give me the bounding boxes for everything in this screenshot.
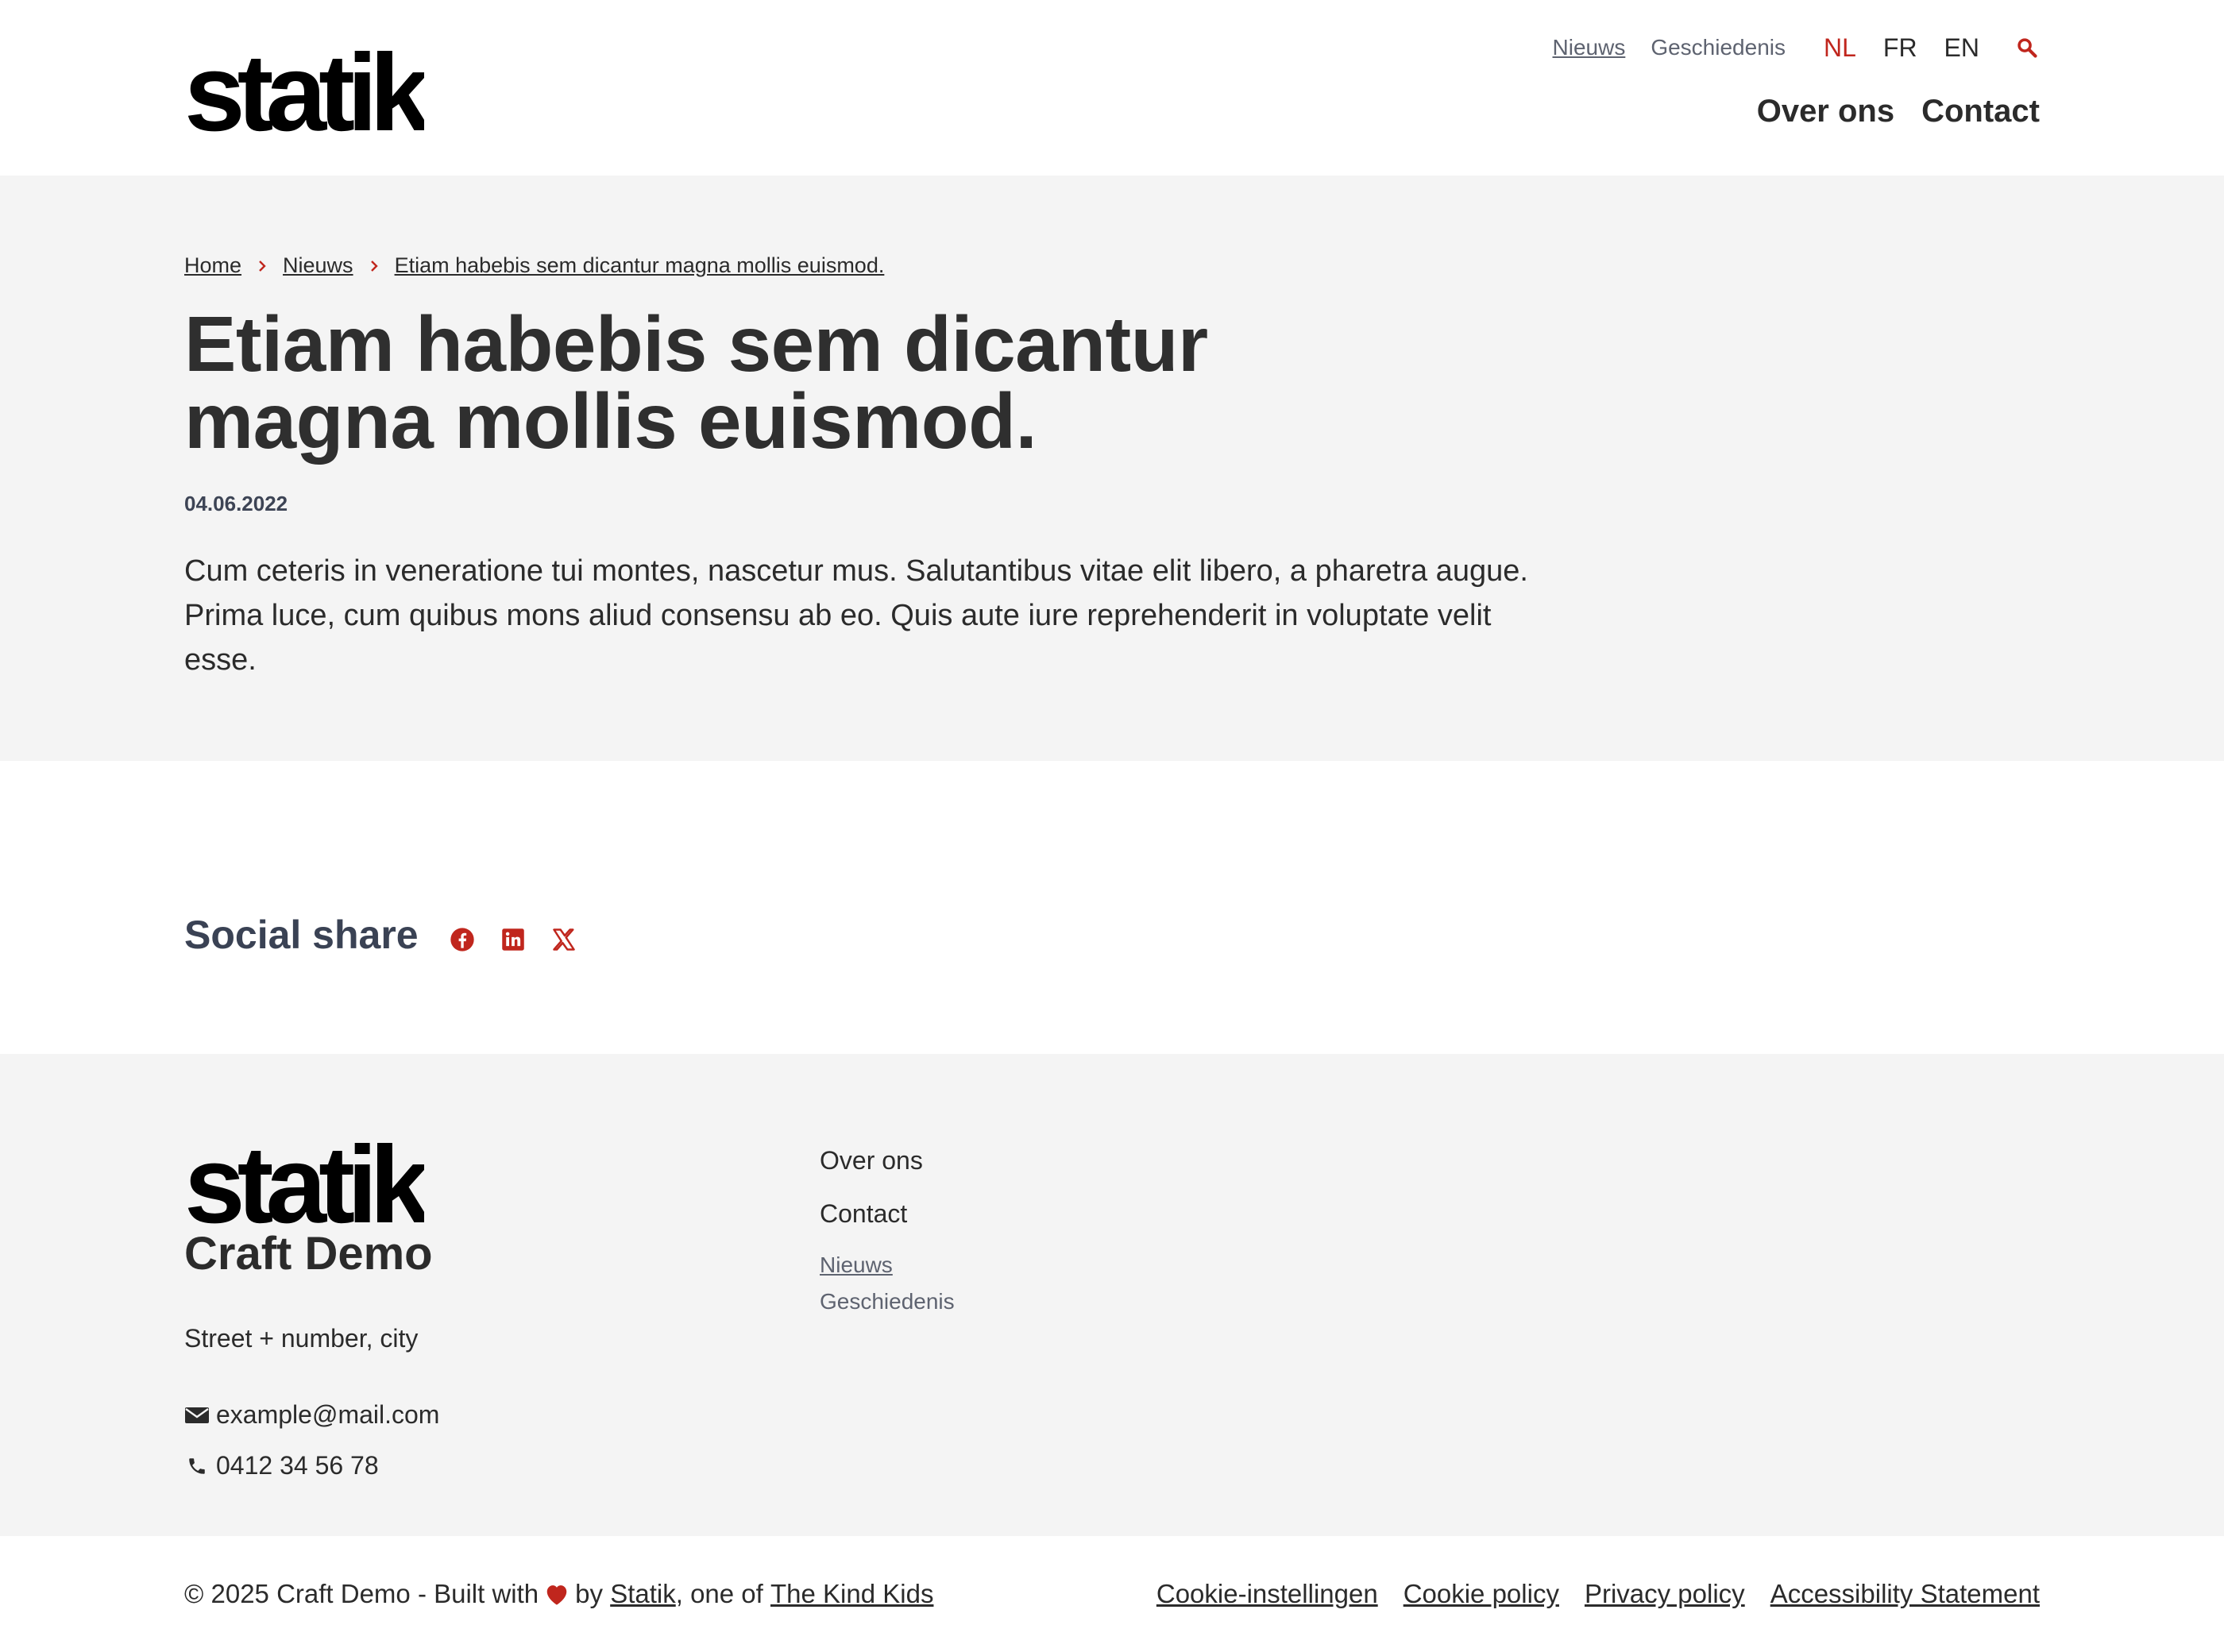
- statik-logo-icon: statik: [184, 1124, 438, 1246]
- statik-link[interactable]: Statik: [610, 1579, 676, 1609]
- svg-text:statik: statik: [184, 41, 424, 138]
- article-intro: Cum ceteris in veneratione tui montes, n…: [184, 554, 1528, 677]
- linkedin-icon[interactable]: [500, 926, 527, 953]
- heart-icon: [543, 1582, 570, 1606]
- cookie-settings-link[interactable]: Cookie-instellingen: [1156, 1579, 1378, 1609]
- accessibility-statement-link[interactable]: Accessibility Statement: [1770, 1579, 2040, 1609]
- footer-nav-nieuws[interactable]: Nieuws: [820, 1253, 955, 1278]
- copyright-prefix: © 2025 Craft Demo - Built with: [184, 1579, 539, 1608]
- social-share: Social share: [184, 912, 601, 958]
- footer-logo[interactable]: statik: [184, 1124, 438, 1246]
- mail-icon: [184, 1403, 210, 1428]
- breadcrumb-home[interactable]: Home: [184, 253, 241, 278]
- title-line-2: magna mollis euismod.: [184, 377, 1037, 465]
- nav-nieuws[interactable]: Nieuws: [1553, 35, 1626, 60]
- svg-text:statik: statik: [184, 1133, 424, 1230]
- footer-nav-over-ons[interactable]: Over ons: [820, 1146, 955, 1175]
- lang-nl[interactable]: NL: [1824, 33, 1856, 63]
- bottom-bar: © 2025 Craft Demo - Built with by Statik…: [0, 1536, 2224, 1652]
- footer-phone-text: 0412 34 56 78: [216, 1451, 379, 1480]
- nav-over-ons[interactable]: Over ons: [1757, 94, 1894, 129]
- copyright-one-of: , one of: [675, 1579, 763, 1608]
- copyright-by: by: [575, 1579, 604, 1608]
- lang-en[interactable]: EN: [1944, 33, 1979, 63]
- statik-logo-icon: statik: [184, 41, 424, 138]
- title-line-1: Etiam habebis sem dicantur: [184, 300, 1208, 388]
- language-switcher: NL FR EN: [1824, 33, 1979, 63]
- chevron-right-icon: [369, 260, 379, 272]
- utility-nav: Nieuws Geschiedenis NL FR EN: [1527, 30, 2040, 65]
- footer-nav: Over ons Contact Nieuws Geschiedenis: [820, 1146, 955, 1326]
- chevron-right-icon: [257, 260, 267, 272]
- kind-kids-link[interactable]: The Kind Kids: [770, 1579, 933, 1609]
- lang-fr[interactable]: FR: [1883, 33, 1917, 63]
- article-hero: Home Nieuws Etiam habebis sem dicantur m…: [0, 176, 2224, 761]
- social-share-icons: [449, 926, 601, 953]
- breadcrumb-current[interactable]: Etiam habebis sem dicantur magna mollis …: [395, 253, 885, 278]
- search-icon[interactable]: [2014, 35, 2040, 60]
- social-share-title: Social share: [184, 913, 419, 957]
- site-logo[interactable]: statik: [184, 41, 424, 138]
- nav-geschiedenis[interactable]: Geschiedenis: [1651, 35, 1786, 60]
- footer-site-name: Craft Demo: [184, 1228, 433, 1280]
- footer-nav-geschiedenis[interactable]: Geschiedenis: [820, 1289, 955, 1314]
- copyright: © 2025 Craft Demo - Built with by Statik…: [184, 1579, 933, 1609]
- nav-contact[interactable]: Contact: [1921, 94, 2040, 129]
- breadcrumb: Home Nieuws Etiam habebis sem dicantur m…: [184, 253, 884, 278]
- footer-address: Street + number, city: [184, 1324, 419, 1353]
- footer-nav-contact[interactable]: Contact: [820, 1199, 955, 1229]
- page-title: Etiam habebis sem dicantur magna mollis …: [184, 305, 1376, 460]
- phone-icon: [184, 1453, 210, 1479]
- site-header: statik Nieuws Geschiedenis NL FR EN Over…: [0, 0, 2224, 176]
- site-footer: statik Craft Demo Street + number, city …: [0, 1054, 2224, 1536]
- facebook-icon[interactable]: [449, 926, 476, 953]
- footer-email[interactable]: example@mail.com: [184, 1400, 439, 1430]
- privacy-policy-link[interactable]: Privacy policy: [1585, 1579, 1745, 1609]
- footer-phone[interactable]: 0412 34 56 78: [184, 1451, 379, 1480]
- article-date: 04.06.2022: [184, 492, 288, 515]
- cookie-policy-link[interactable]: Cookie policy: [1404, 1579, 1559, 1609]
- main-nav: Over ons Contact: [1730, 94, 2040, 129]
- breadcrumb-nieuws[interactable]: Nieuws: [283, 253, 353, 278]
- legal-nav: Cookie-instellingen Cookie policy Privac…: [1131, 1579, 2040, 1609]
- footer-email-text: example@mail.com: [216, 1400, 440, 1429]
- x-icon[interactable]: [550, 926, 577, 953]
